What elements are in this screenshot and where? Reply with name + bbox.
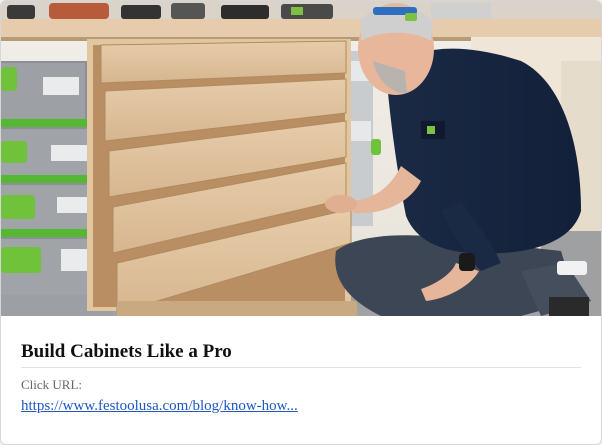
click-url-label: Click URL: <box>21 377 83 392</box>
card-title[interactable]: Build Cabinets Like a Pro <box>21 327 581 368</box>
preview-image[interactable] <box>1 1 601 316</box>
link-preview-card[interactable]: Build Cabinets Like a Pro Click URL: htt… <box>0 0 602 445</box>
click-url-link[interactable]: https://www.festoolusa.com/blog/know-how… <box>21 398 298 415</box>
card-body: Build Cabinets Like a Pro Click URL: htt… <box>21 327 581 415</box>
